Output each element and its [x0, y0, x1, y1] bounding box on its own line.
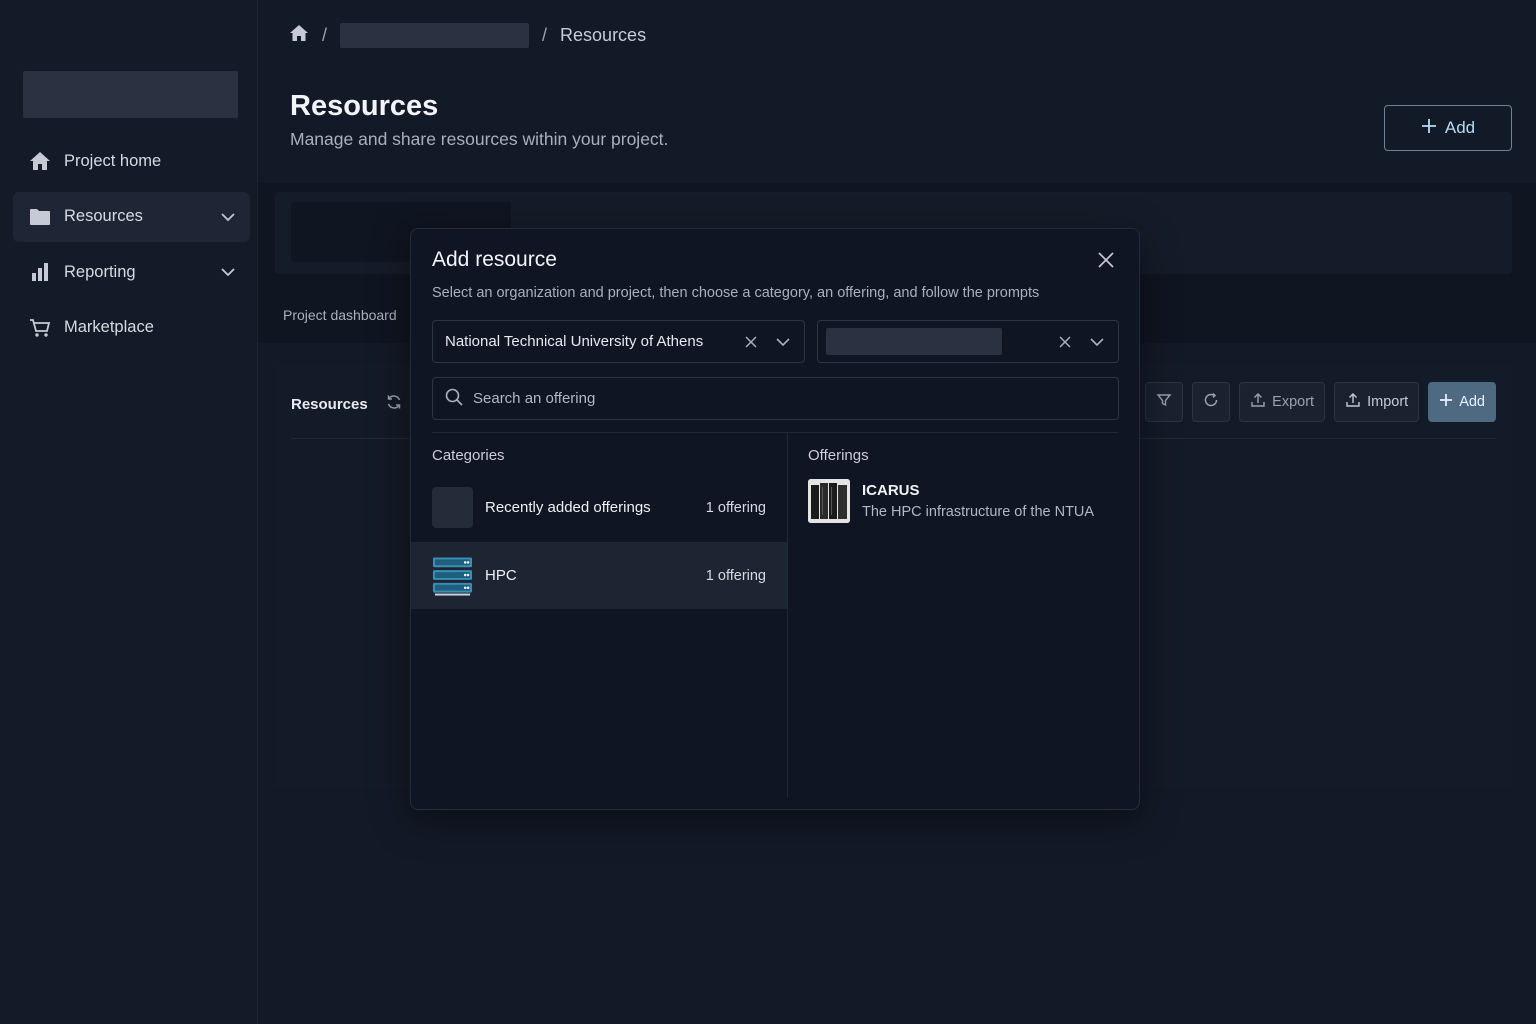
add-resource-button[interactable]: Add — [1384, 105, 1512, 151]
reload-button[interactable] — [1192, 382, 1231, 422]
cart-icon — [29, 317, 51, 339]
chevron-down-icon[interactable] — [772, 331, 794, 353]
modal-description: Select an organization and project, then… — [432, 285, 1040, 301]
close-icon[interactable] — [1095, 249, 1117, 271]
category-thumbnail — [432, 487, 473, 528]
category-name: HPC — [485, 567, 517, 584]
org-logo-placeholder[interactable] — [23, 71, 238, 118]
filter-button[interactable] — [1145, 382, 1184, 422]
modal-divider — [432, 432, 1118, 433]
offering-icarus[interactable]: ICARUS The HPC infrastructure of the NTU… — [808, 479, 1094, 523]
sidebar-item-reporting[interactable]: Reporting — [13, 247, 250, 297]
sidebar-nav: Project home Resources Reporting Marketp… — [13, 136, 250, 358]
panel-add-label: Add — [1459, 394, 1485, 410]
sidebar-item-label: Marketplace — [64, 318, 154, 336]
breadcrumb-current: Resources — [560, 24, 647, 45]
home-icon — [29, 150, 51, 172]
offerings-heading: Offerings — [808, 447, 869, 464]
project-select[interactable] — [817, 320, 1119, 363]
page-subtitle: Manage and share resources within your p… — [290, 129, 669, 149]
reload-icon — [1203, 392, 1219, 412]
chevron-down-icon[interactable] — [1086, 331, 1108, 353]
project-name-redacted — [826, 328, 1002, 355]
modal-title: Add resource — [432, 248, 557, 271]
sidebar: Project home Resources Reporting Marketp… — [0, 0, 258, 1024]
category-name: Recently added offerings — [485, 499, 651, 516]
bar-chart-icon — [29, 261, 51, 283]
breadcrumb-separator: / — [542, 24, 548, 45]
import-label: Import — [1367, 394, 1409, 410]
chevron-down-icon[interactable] — [220, 209, 236, 225]
server-rack-icon — [432, 555, 473, 596]
breadcrumb-project-redacted[interactable] — [340, 22, 530, 48]
clear-icon[interactable] — [1054, 331, 1076, 353]
sidebar-item-marketplace[interactable]: Marketplace — [13, 303, 250, 353]
sidebar-item-project-home[interactable]: Project home — [13, 136, 250, 186]
tab-project-dashboard[interactable]: Project dashboard — [283, 307, 397, 323]
breadcrumb: / / Resources — [289, 22, 646, 48]
folder-icon — [29, 206, 51, 228]
offering-thumbnail — [808, 479, 850, 523]
offering-name: ICARUS — [862, 482, 920, 499]
sidebar-item-label: Reporting — [64, 262, 136, 281]
filter-icon — [1156, 392, 1172, 412]
panel-title-label: Resources — [291, 395, 368, 413]
organization-select-value: National Technical University of Athens — [445, 333, 704, 350]
home-icon[interactable] — [289, 24, 309, 47]
chevron-down-icon[interactable] — [220, 264, 236, 280]
page-title: Resources — [290, 90, 439, 122]
search-input[interactable] — [473, 390, 1106, 407]
export-button[interactable]: Export — [1239, 382, 1326, 422]
export-label: Export — [1272, 394, 1315, 410]
organization-select[interactable]: National Technical University of Athens — [432, 320, 805, 363]
search-icon — [445, 388, 463, 410]
plus-icon — [1439, 393, 1453, 411]
export-icon — [1250, 392, 1266, 412]
plus-icon — [1421, 118, 1437, 139]
panel-add-button[interactable]: Add — [1428, 382, 1496, 422]
category-hpc[interactable]: HPC 1 offering — [411, 542, 787, 609]
project-select-value — [826, 328, 1044, 355]
offering-description: The HPC infrastructure of the NTUA — [862, 504, 1095, 520]
offering-search[interactable] — [432, 377, 1119, 420]
import-icon — [1345, 392, 1361, 412]
breadcrumb-separator: / — [322, 24, 328, 45]
sidebar-item-label: Project home — [64, 151, 162, 170]
refresh-icon[interactable] — [386, 394, 402, 414]
category-count: 1 offering — [705, 567, 766, 584]
category-count: 1 offering — [705, 499, 766, 516]
sidebar-item-resources[interactable]: Resources — [13, 191, 250, 242]
column-divider — [787, 433, 788, 797]
categories-heading: Categories — [432, 447, 505, 464]
panel-toolbar: Export Import Add — [1145, 382, 1496, 422]
add-resource-modal: Add resource Select an organization and … — [410, 228, 1140, 810]
sidebar-item-label: Resources — [64, 207, 143, 225]
panel-title: Resources — [291, 394, 402, 414]
clear-icon[interactable] — [740, 331, 762, 353]
offering-text: ICARUS The HPC infrastructure of the NTU… — [862, 479, 1094, 520]
category-recently-added[interactable]: Recently added offerings 1 offering — [411, 474, 787, 541]
import-button[interactable]: Import — [1334, 382, 1420, 422]
add-button-label: Add — [1444, 118, 1476, 137]
